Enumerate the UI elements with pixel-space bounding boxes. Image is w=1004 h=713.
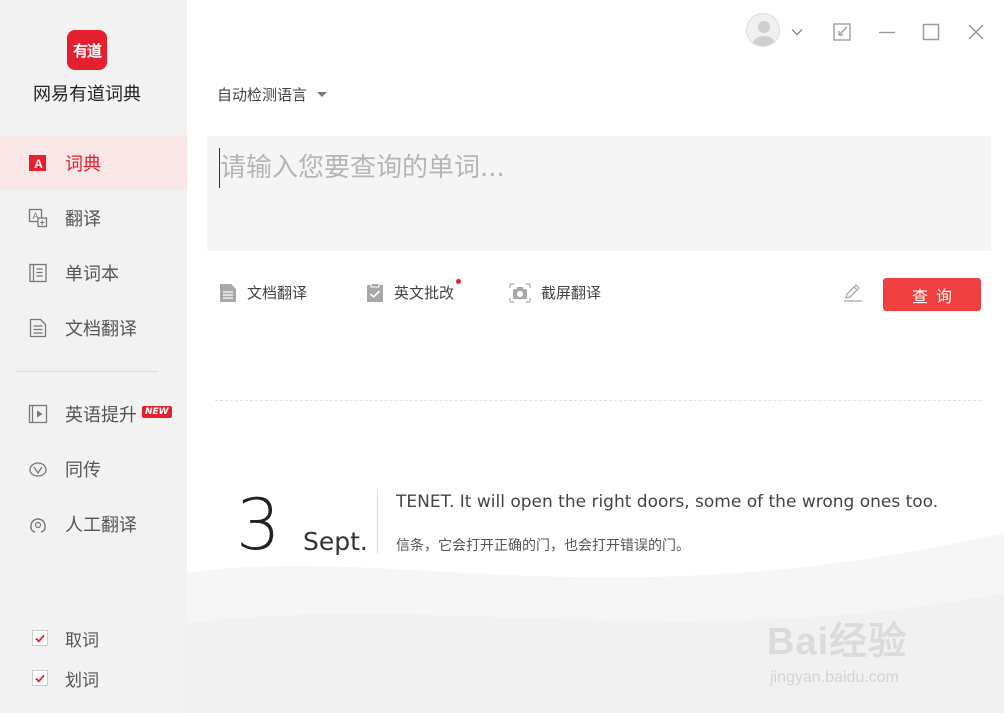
tool-label-wrap: 英文批改 <box>394 279 462 303</box>
sidebar-item-label: 翻译 <box>65 209 101 230</box>
document-icon <box>220 283 236 302</box>
app-name: 网易有道词典 <box>33 84 141 105</box>
checkbox-label: 划词 <box>65 670 99 691</box>
screenshot-translate-button[interactable]: 截屏翻译 <box>509 282 601 303</box>
tool-label: 英文批改 <box>394 284 455 302</box>
query-box[interactable] <box>207 136 991 251</box>
caret-down-icon <box>317 92 328 97</box>
checkbox-label: 取词 <box>65 630 99 651</box>
sidebar-item-english-boost[interactable]: 英语提升 NEW <box>0 387 187 441</box>
essay-correction-button[interactable]: 英文批改 <box>366 279 462 303</box>
tool-label: 截屏翻译 <box>541 284 602 302</box>
sidebar-item-dictionary[interactable]: A 词典 <box>0 136 187 190</box>
doc-translate-button[interactable]: 文档翻译 <box>219 282 307 303</box>
app-logo: 有道 <box>67 30 107 70</box>
query-input[interactable] <box>219 148 979 188</box>
sidebar-item-label: 词典 <box>65 154 101 175</box>
mini-mode-button[interactable] <box>828 18 856 46</box>
daily-divider <box>377 490 378 554</box>
maximize-button[interactable] <box>917 18 945 46</box>
svg-text:A: A <box>34 157 43 171</box>
sidebar-item-label: 人工翻译 <box>65 515 137 536</box>
user-avatar[interactable] <box>746 13 780 47</box>
handwriting-button[interactable] <box>842 283 874 303</box>
pen-icon <box>844 284 862 302</box>
dashed-divider <box>215 400 981 401</box>
minimize-button[interactable] <box>873 18 901 46</box>
select-word-toggle[interactable]: 划词 <box>32 667 99 691</box>
language-select[interactable]: 自动检测语言 <box>217 84 328 105</box>
sidebar-item-label: 文档翻译 <box>65 319 137 340</box>
capture-word-toggle[interactable]: 取词 <box>32 627 99 651</box>
maximize-icon <box>922 23 940 41</box>
translate-icon: A <box>28 208 48 228</box>
sidebar-item-doc-translate[interactable]: 文档翻译 <box>0 301 187 355</box>
language-select-value: 自动检测语言 <box>217 86 308 104</box>
video-play-icon <box>28 404 48 424</box>
close-icon <box>968 24 984 40</box>
account-menu-button[interactable] <box>783 18 811 46</box>
close-button[interactable] <box>962 18 990 46</box>
document-icon <box>29 318 47 338</box>
shrink-window-icon <box>833 23 851 41</box>
wordbook-icon <box>29 263 47 283</box>
notification-dot <box>456 279 462 284</box>
daily-month: Sept. <box>303 527 368 556</box>
camera-icon <box>509 282 531 303</box>
sidebar-item-wordbook[interactable]: 单词本 <box>0 246 187 300</box>
sidebar-item-label: 同传 <box>65 460 101 481</box>
headset-icon <box>30 518 46 533</box>
search-button[interactable]: 查询 <box>883 278 981 311</box>
dictionary-icon: A <box>29 155 46 171</box>
tool-label: 文档翻译 <box>247 284 308 302</box>
sidebar-item-label: 单词本 <box>65 264 119 285</box>
sidebar-divider <box>16 371 158 372</box>
daily-day: 3 <box>236 484 281 566</box>
sidebar-item-human-translate[interactable]: 人工翻译 <box>0 497 187 551</box>
sidebar-item-simultaneous[interactable]: 同传 <box>0 442 187 496</box>
check-icon <box>35 634 45 643</box>
watermark-url: jingyan.baidu.com <box>770 669 899 686</box>
checkbox[interactable] <box>32 670 48 686</box>
main-panel: 自动检测语言 文档翻译 英文批改 截屏翻译 <box>187 0 1004 713</box>
check-icon <box>35 674 45 683</box>
checkbox[interactable] <box>32 630 48 646</box>
sidebar: 有道 网易有道词典 A 词典 A 翻译 单词本 文档翻译 英语提升 NEW 同传… <box>0 0 187 713</box>
checklist-icon <box>367 282 383 302</box>
chevron-down-icon <box>791 29 803 36</box>
sidebar-item-translate[interactable]: A 翻译 <box>0 191 187 245</box>
user-icon <box>752 21 776 46</box>
new-badge: NEW <box>142 406 172 418</box>
simultaneous-icon <box>29 462 47 477</box>
watermark-logo: Bai经验 <box>767 621 908 663</box>
sidebar-item-label: 英语提升 <box>65 405 137 426</box>
daily-quote-en[interactable]: TENET. It will open the right doors, som… <box>396 492 938 512</box>
daily-quote-zh[interactable]: 信条，它会打开正确的门，也会打开错误的门。 <box>396 535 690 555</box>
minimize-icon <box>879 31 895 34</box>
